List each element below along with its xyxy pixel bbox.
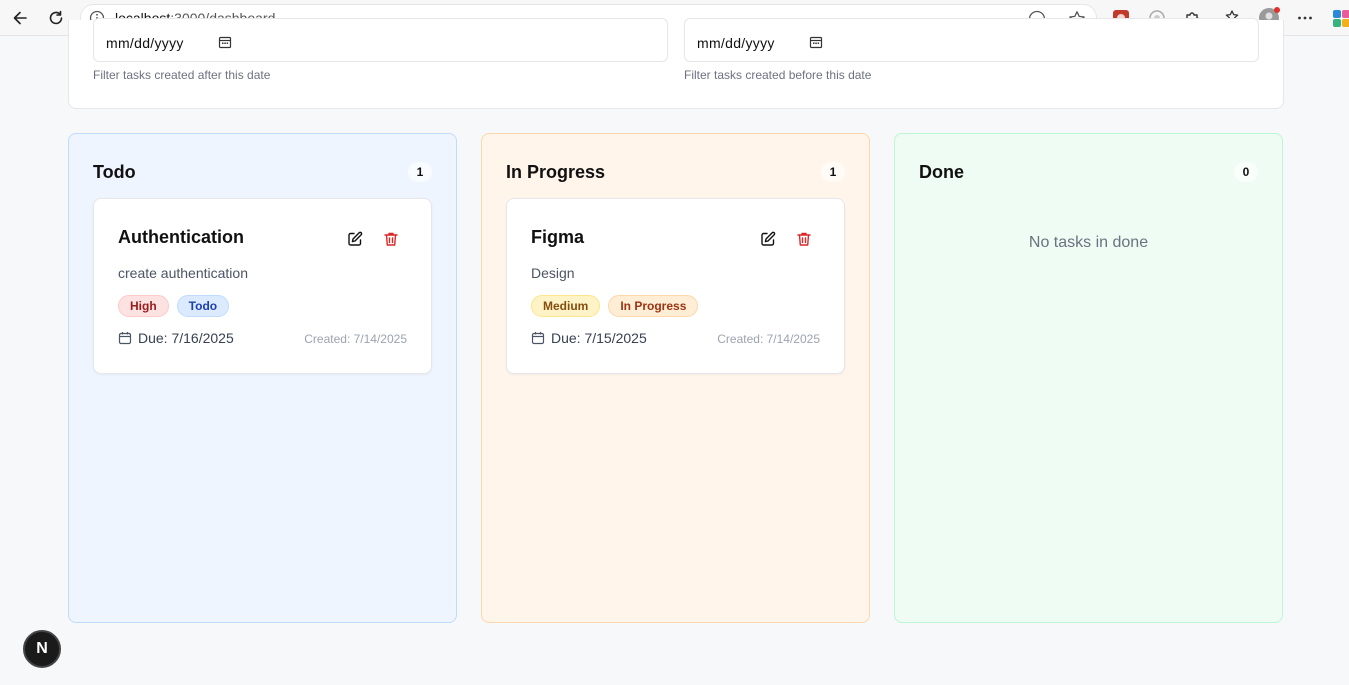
created-before-date-input[interactable]: mm/dd/yyyy [684, 18, 1259, 62]
column-title: In Progress [506, 162, 606, 182]
priority-badge: Medium [531, 295, 601, 317]
copilot-icon [1332, 9, 1349, 27]
trash-icon [384, 232, 398, 246]
column-count-badge: 0 [1234, 162, 1258, 182]
filter-panel: mm/dd/yyyy Filter tasks created after th… [68, 18, 1284, 109]
calendar-icon [531, 332, 545, 345]
task-card[interactable]: Figma Design Medium In Progress Due: 7/1… [506, 198, 845, 374]
nextjs-dev-indicator-button[interactable]: N [23, 630, 61, 668]
status-badge: Todo [176, 295, 230, 317]
task-title: Authentication [118, 227, 244, 247]
column-count-badge: 1 [408, 162, 432, 182]
back-button[interactable] [6, 4, 34, 32]
edit-task-button[interactable] [345, 229, 365, 249]
copilot-button[interactable] [1330, 7, 1349, 29]
due-date: Due: 7/15/2025 [531, 330, 647, 346]
ellipsis-icon [1298, 16, 1312, 20]
created-date: Created: 7/14/2025 [717, 332, 820, 346]
created-before-hint: Filter tasks created before this date [684, 68, 872, 82]
column-done: Done 0 No tasks in done [894, 133, 1283, 623]
due-date-text: Due: 7/16/2025 [138, 330, 234, 346]
delete-task-button[interactable] [794, 229, 814, 249]
created-date: Created: 7/14/2025 [304, 332, 407, 346]
status-badge: In Progress [608, 295, 699, 317]
due-date: Due: 7/16/2025 [118, 330, 234, 346]
column-title: Todo [93, 162, 136, 182]
settings-menu-button[interactable] [1294, 7, 1316, 29]
task-card[interactable]: Authentication create authentication Hig… [93, 198, 432, 374]
edit-task-button[interactable] [758, 229, 778, 249]
column-in-progress: In Progress 1 Figma Design Medium In Pro… [481, 133, 870, 623]
created-after-date-input[interactable]: mm/dd/yyyy [93, 18, 668, 62]
task-title: Figma [531, 227, 585, 247]
edit-icon [348, 231, 363, 246]
trash-icon [797, 232, 811, 246]
column-count-badge: 1 [821, 162, 845, 182]
task-description: create authentication [118, 265, 248, 281]
back-arrow-icon [13, 11, 27, 25]
priority-badge: High [118, 295, 169, 317]
reload-icon [49, 10, 63, 25]
created-after-value: mm/dd/yyyy [106, 35, 184, 51]
edit-icon [761, 231, 776, 246]
calendar-icon [118, 332, 132, 345]
column-todo: Todo 1 Authentication create authenticat… [68, 133, 457, 623]
due-date-text: Due: 7/15/2025 [551, 330, 647, 346]
empty-column-message: No tasks in done [1028, 234, 1149, 251]
calendar-picker-icon[interactable] [218, 35, 232, 49]
task-description: Design [531, 265, 575, 281]
task-badges: High Todo [118, 295, 230, 317]
nextjs-logo-icon: N [36, 640, 48, 657]
delete-task-button[interactable] [381, 229, 401, 249]
created-after-hint: Filter tasks created after this date [93, 68, 271, 82]
column-title: Done [919, 162, 964, 182]
reload-button[interactable] [42, 4, 70, 32]
calendar-picker-icon[interactable] [809, 35, 823, 49]
created-before-value: mm/dd/yyyy [697, 35, 775, 51]
task-badges: Medium In Progress [531, 295, 699, 317]
